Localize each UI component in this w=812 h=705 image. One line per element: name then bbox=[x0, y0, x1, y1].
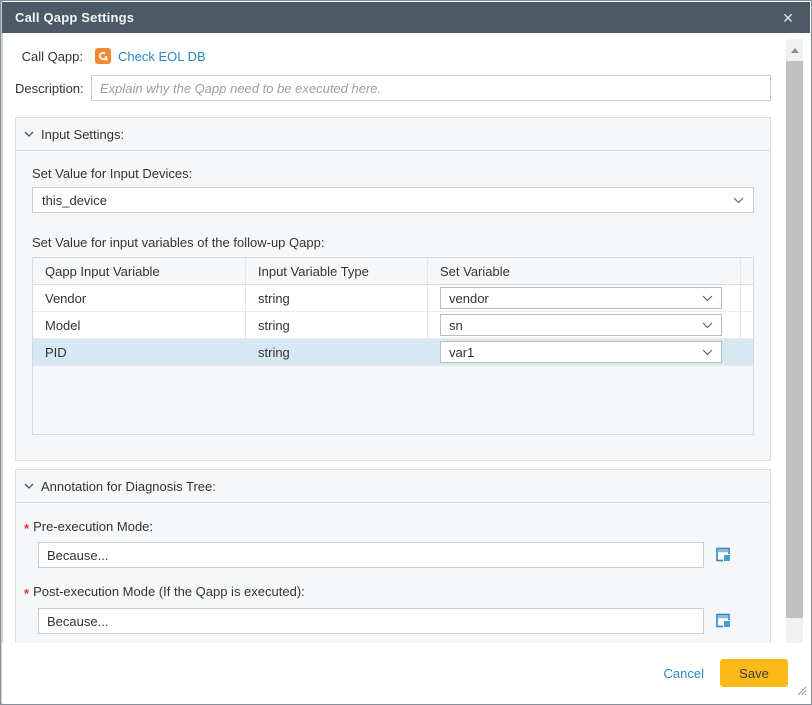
save-button[interactable]: Save bbox=[720, 659, 788, 687]
chevron-down-icon bbox=[733, 197, 744, 204]
qapp-icon bbox=[95, 48, 111, 64]
vertical-scrollbar[interactable] bbox=[786, 39, 803, 656]
table-header-row: Qapp Input Variable Input Variable Type … bbox=[33, 258, 753, 285]
call-qapp-settings-dialog: Call Qapp Settings ✕ Call Qapp: Check EO… bbox=[0, 0, 812, 705]
variable-name-cell: PID bbox=[33, 339, 246, 365]
note-edit-icon[interactable] bbox=[716, 547, 733, 564]
description-input[interactable] bbox=[91, 75, 771, 101]
annotation-body: * Pre-execution Mode: * Post- bbox=[16, 503, 770, 652]
input-devices-label: Set Value for Input Devices: bbox=[32, 166, 754, 181]
row-spacer-cell bbox=[741, 285, 753, 311]
cancel-button[interactable]: Cancel bbox=[664, 666, 704, 681]
dialog-titlebar: Call Qapp Settings ✕ bbox=[2, 2, 810, 33]
annotation-title: Annotation for Diagnosis Tree: bbox=[41, 479, 216, 494]
annotation-header[interactable]: Annotation for Diagnosis Tree: bbox=[16, 470, 770, 503]
set-variable-cell: var1 bbox=[428, 339, 741, 365]
annotation-section: Annotation for Diagnosis Tree: * Pre-exe… bbox=[15, 469, 771, 653]
input-settings-header[interactable]: Input Settings: bbox=[16, 118, 770, 151]
variable-name-cell: Vendor bbox=[33, 285, 246, 311]
scroll-up-arrow-icon[interactable] bbox=[786, 43, 803, 58]
call-qapp-row: Call Qapp: Check EOL DB bbox=[15, 45, 771, 67]
post-execution-row bbox=[38, 608, 754, 634]
input-settings-title: Input Settings: bbox=[41, 127, 124, 142]
description-row: Description: bbox=[15, 75, 771, 101]
input-settings-body: Set Value for Input Devices: this_device… bbox=[16, 151, 770, 460]
column-header: Input Variable Type bbox=[246, 258, 428, 284]
required-marker: * bbox=[24, 586, 29, 601]
input-variables-table: Qapp Input Variable Input Variable Type … bbox=[32, 257, 754, 435]
table-row[interactable]: Vendor string vendor bbox=[33, 285, 753, 312]
row-spacer-cell bbox=[741, 312, 753, 338]
resize-grip-icon[interactable] bbox=[796, 683, 807, 701]
set-variable-select[interactable]: sn bbox=[440, 314, 722, 336]
table-row[interactable]: Model string sn bbox=[33, 312, 753, 339]
set-variable-cell: vendor bbox=[428, 285, 741, 311]
description-label: Description: bbox=[15, 81, 83, 96]
required-marker: * bbox=[24, 521, 29, 536]
pre-execution-label: * Pre-execution Mode: bbox=[24, 519, 754, 534]
chevron-down-icon bbox=[24, 483, 34, 489]
note-edit-icon[interactable] bbox=[716, 613, 733, 630]
set-variable-value: sn bbox=[449, 318, 702, 333]
post-execution-input[interactable] bbox=[38, 608, 704, 634]
pre-execution-input[interactable] bbox=[38, 542, 704, 568]
row-spacer-cell bbox=[741, 339, 753, 365]
dialog-footer: Cancel Save bbox=[2, 643, 810, 703]
qapp-name-link[interactable]: Check EOL DB bbox=[118, 49, 206, 64]
input-devices-value: this_device bbox=[42, 193, 733, 208]
pre-execution-row bbox=[38, 542, 754, 568]
call-qapp-label: Call Qapp: bbox=[15, 49, 83, 64]
qapp-link-group[interactable]: Check EOL DB bbox=[95, 48, 206, 64]
chevron-down-icon bbox=[702, 349, 713, 356]
set-variable-value: var1 bbox=[449, 345, 702, 360]
variable-name-cell: Model bbox=[33, 312, 246, 338]
chevron-down-icon bbox=[702, 322, 713, 329]
close-icon[interactable]: ✕ bbox=[779, 9, 797, 27]
set-variable-select[interactable]: vendor bbox=[440, 287, 722, 309]
input-devices-select[interactable]: this_device bbox=[32, 187, 754, 213]
scrollbar-thumb[interactable] bbox=[786, 61, 803, 618]
pre-execution-label-text: Pre-execution Mode: bbox=[33, 519, 153, 534]
table-empty-area bbox=[33, 366, 753, 434]
chevron-down-icon bbox=[702, 295, 713, 302]
variable-type-cell: string bbox=[246, 285, 428, 311]
column-header: Qapp Input Variable bbox=[33, 258, 246, 284]
post-execution-label: * Post-execution Mode (If the Qapp is ex… bbox=[24, 584, 754, 599]
set-variable-value: vendor bbox=[449, 291, 702, 306]
set-variable-cell: sn bbox=[428, 312, 741, 338]
input-variables-label: Set Value for input variables of the fol… bbox=[32, 235, 754, 250]
table-row-selected[interactable]: PID string var1 bbox=[33, 339, 753, 366]
chevron-down-icon bbox=[24, 131, 34, 137]
input-settings-section: Input Settings: Set Value for Input Devi… bbox=[15, 117, 771, 461]
dialog-content: Call Qapp: Check EOL DB Description: bbox=[15, 33, 771, 653]
dialog-title: Call Qapp Settings bbox=[15, 10, 134, 25]
post-execution-label-text: Post-execution Mode (If the Qapp is exec… bbox=[33, 584, 305, 599]
set-variable-select[interactable]: var1 bbox=[440, 341, 722, 363]
variable-type-cell: string bbox=[246, 339, 428, 365]
column-header-spacer bbox=[741, 258, 753, 284]
variable-type-cell: string bbox=[246, 312, 428, 338]
column-header: Set Variable bbox=[428, 258, 741, 284]
